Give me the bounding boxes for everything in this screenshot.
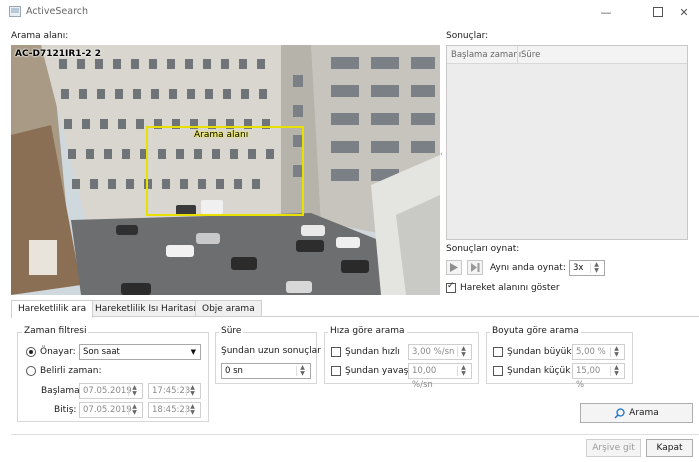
end-time-value: 18:45:23 [152,405,191,415]
speed-title: Hıza göre arama [328,326,407,336]
start-date-value: 07.05.2019 [83,386,132,396]
tab-heat-map[interactable]: Hareketlilik Isı Haritası [88,300,203,317]
custom-time-radio[interactable] [26,366,36,376]
simultaneous-stepper[interactable]: 3x ▲ ▼ [569,260,605,276]
playback-label: Sonuçları oynat: [446,244,520,254]
end-date-field[interactable]: 07.05.2019 ▲ ▼ [79,402,143,418]
search-icon [614,407,625,419]
smaller-stepper[interactable]: 15,00 % ▲ ▼ [572,363,625,390]
minimize-button[interactable]: — [590,2,622,22]
close-icon: ✕ [679,5,689,19]
archive-button[interactable]: Arşive git [586,439,641,457]
tab-object-search[interactable]: Obje arama [195,300,262,317]
faster-label: Şundan hızlı [345,347,400,357]
results-header: Başlama zamanı Süre [447,46,687,64]
custom-time-label: Belirli zaman: [40,366,102,376]
duration-title: Süre [219,326,244,336]
larger-value: 5,00 % [576,347,606,357]
stepper-arrows-icon[interactable]: ▲ ▼ [610,365,622,377]
simultaneous-value: 3x [573,263,584,273]
stepper-arrows-icon[interactable]: ▲ ▼ [590,262,602,274]
camera-label: AC-D7121IR1-2 2 [15,49,101,59]
stepper-arrows-icon[interactable]: ▲ ▼ [128,404,140,416]
duration-value: 0 sn [225,366,243,376]
chevron-down-icon: ▼ [190,348,196,356]
step-icon [470,263,479,272]
search-button[interactable]: Arama [580,403,693,423]
bottom-divider [11,434,699,435]
slower-value: 10,00 %/sn [412,366,437,390]
preset-radio[interactable] [26,347,36,357]
faster-stepper[interactable]: 3,00 %/sn ▲ ▼ [408,344,472,360]
simultaneous-label: Aynı anda oynat: [490,263,566,273]
stepper-arrows-icon[interactable]: ▲ ▼ [128,385,140,397]
smaller-label: Şundan küçük [507,366,571,376]
time-filter-title: Zaman filtresi [22,326,89,336]
faster-checkbox[interactable] [331,347,341,357]
column-header-start[interactable]: Başlama zamanı [451,50,521,60]
results-label: Sonuçlar: [446,31,489,41]
window-title: ActiveSearch [26,6,89,17]
results-table[interactable]: Başlama zamanı Süre [446,45,688,240]
preset-value: Son saat [83,347,120,357]
show-motion-label: Hareket alanını göster [460,283,560,293]
minimize-icon: — [600,5,612,19]
search-button-label: Arama [629,408,659,418]
tab-motion-search[interactable]: Hareketlilik ara [11,300,94,318]
stepper-arrows-icon[interactable]: ▲ ▼ [457,346,469,358]
end-date-value: 07.05.2019 [83,405,132,415]
show-motion-checkbox[interactable] [446,281,456,293]
stepper-arrows-icon[interactable]: ▲ ▼ [296,365,308,377]
stepper-arrows-icon[interactable]: ▲ ▼ [610,346,622,358]
close-button[interactable]: Kapat [646,439,693,457]
stepper-arrows-icon[interactable]: ▲ ▼ [457,365,469,377]
start-time-value: 17:45:23 [152,386,191,396]
slower-label: Şundan yavaş [345,366,409,376]
size-title: Boyuta göre arama [490,326,581,336]
splitter-handle[interactable]: ‹ [440,150,445,170]
end-label: Bitiş: [54,405,77,415]
search-region-label: Arama alanı [194,130,249,140]
slower-checkbox[interactable] [331,366,341,376]
end-time-field[interactable]: 18:45:23 ▲ ▼ [148,402,201,418]
stepper-arrows-icon[interactable]: ▲ ▼ [186,385,198,397]
column-header-duration[interactable]: Süre [521,50,540,60]
larger-checkbox[interactable] [493,347,503,357]
close-window-button[interactable]: ✕ [668,2,699,22]
maximize-icon [653,7,663,17]
app-icon [9,6,21,17]
faster-value: 3,00 %/sn [412,347,455,357]
start-date-field[interactable]: 07.05.2019 ▲ ▼ [79,383,143,399]
step-forward-button[interactable] [467,260,483,275]
smaller-checkbox[interactable] [493,366,503,376]
start-time-field[interactable]: 17:45:23 ▲ ▼ [148,383,201,399]
camera-view[interactable]: AC-D7121IR1-2 2 Arama alanı [11,45,440,295]
play-button[interactable] [446,260,462,275]
play-icon [450,263,458,272]
larger-label: Şundan büyük [507,347,572,357]
longer-than-label: Şundan uzun sonuçlar [221,346,321,356]
preset-dropdown[interactable]: Son saat ▼ [79,344,201,360]
duration-stepper[interactable]: 0 sn ▲ ▼ [221,363,311,379]
preset-label: Önayar: [40,347,76,357]
search-region[interactable]: Arama alanı [146,126,304,216]
column-divider [517,46,518,63]
slower-stepper[interactable]: 10,00 %/sn ▲ ▼ [408,363,472,390]
stepper-arrows-icon[interactable]: ▲ ▼ [186,404,198,416]
search-area-label: Arama alanı: [11,31,69,41]
start-label: Başlama: [41,386,83,396]
title-bar: ActiveSearch — ✕ [0,0,699,24]
larger-stepper[interactable]: 5,00 % ▲ ▼ [572,344,625,360]
